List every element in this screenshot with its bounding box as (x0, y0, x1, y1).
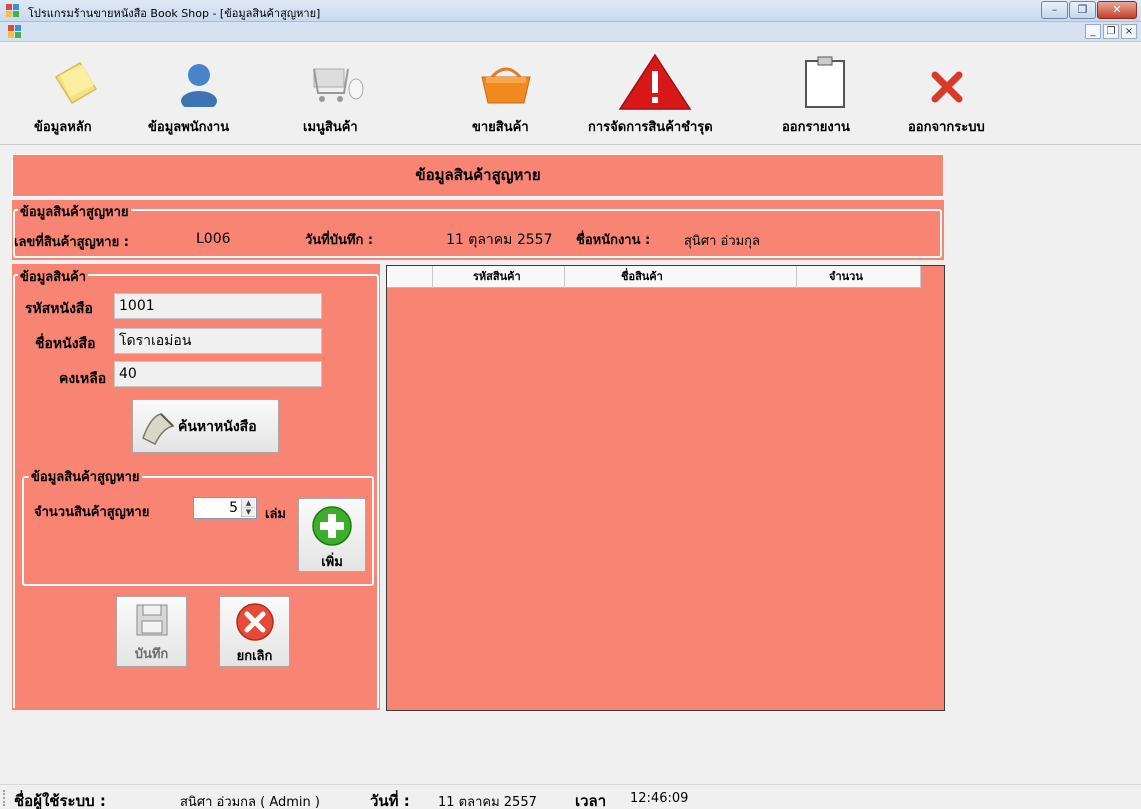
cart-icon (313, 68, 364, 102)
spin-down-icon[interactable]: ▼ (242, 508, 255, 517)
record-date-label: วันที่บันทึก : (305, 233, 374, 248)
book-name-field[interactable]: โดราเอม่อน (114, 328, 322, 354)
cancel-icon (236, 603, 274, 641)
status-time-value: 12:46:09 (630, 791, 689, 806)
maximize-button[interactable]: ❐ (1069, 1, 1096, 19)
lost-qty-legend: ข้อมูลสินค้าสูญหาย (29, 466, 142, 487)
lost-no-label: เลขที่สินค้าสูญหาย : (14, 235, 129, 250)
add-label: เพิ่ม (321, 555, 343, 570)
book-code-label: รหัสหนังสือ (25, 301, 93, 317)
warning-icon (618, 53, 692, 110)
close-button[interactable]: ✕ (1097, 1, 1137, 19)
toolbar-label-report: ออกรายงาน (782, 120, 850, 135)
mdi-close-button[interactable]: × (1121, 24, 1137, 39)
record-date-value: 11 ตุลาคม 2557 (446, 232, 553, 248)
mdi-minimize-button[interactable]: _ (1085, 24, 1101, 39)
grid-col-product-code[interactable]: รหัสสินค้า (433, 266, 565, 288)
toolbar-label-employee: ข้อมูลพนักงาน (148, 120, 230, 135)
form-header: ข้อมูลสินค้าสูญหาย (12, 154, 944, 197)
child-window-icon[interactable] (8, 25, 22, 38)
cancel-button[interactable]: ยกเลิก (219, 596, 290, 667)
add-icon (312, 506, 352, 546)
book-icon (142, 413, 175, 446)
product-panel: ข้อมูลสินค้า รหัสหนังสือ 1001 ชื่อหนังสื… (12, 264, 380, 710)
lost-qty-label: จำนวนสินค้าสูญหาย (34, 505, 150, 520)
toolbar-label-main-data: ข้อมูลหลัก (34, 120, 92, 135)
lost-qty-stepper[interactable]: 5 ▲ ▼ (193, 497, 257, 519)
lost-qty-value: 5 (229, 500, 238, 516)
toolbar-label-sell: ขายสินค้า (472, 120, 529, 135)
title-bar: โปรแกรมร้านขายหนังสือ Book Shop - [ข้อมู… (0, 0, 1141, 22)
grid-header-row: รหัสสินค้า ชื่อสินค้า จำนวน (387, 266, 921, 288)
basket-icon (481, 67, 531, 104)
spin-up-icon[interactable]: ▲ (242, 499, 255, 508)
mdi-menu-bar: _ ❐ × (0, 22, 1141, 42)
lost-qty-unit: เล่ม (265, 507, 286, 522)
lost-items-grid[interactable]: รหัสสินค้า ชื่อสินค้า จำนวน (386, 265, 945, 711)
main-toolbar: ข้อมูลหลัก ข้อมูลพนักงาน เมนูสินค้า ขายส… (0, 43, 1141, 145)
save-label: บันทึก (134, 647, 169, 662)
mdi-restore-button[interactable]: ❐ (1103, 24, 1119, 39)
exit-icon (931, 71, 963, 103)
grid-col-quantity[interactable]: จำนวน (797, 266, 921, 288)
toolbar-label-damaged: การจัดการสินค้าชำรุด (588, 120, 713, 135)
search-book-label: ค้นหาหนังสือ (178, 419, 257, 435)
employee-name-value: สุนิศา อ่วมกุล (684, 234, 761, 249)
status-grip (3, 790, 6, 806)
minimize-button[interactable]: – (1041, 1, 1068, 19)
grid-col-product-name[interactable]: ชื่อสินค้า (565, 266, 797, 288)
note-icon (54, 61, 98, 105)
status-user-value: สนิศา อ่วมกล ( Admin ) (180, 795, 320, 809)
status-time-label: เวลา (575, 792, 607, 809)
lost-info-legend: ข้อมูลสินค้าสูญหาย (18, 201, 131, 222)
add-button[interactable]: เพิ่ม (298, 498, 366, 572)
employee-name-label: ชื่อหนักงาน : (576, 233, 651, 248)
window-title: โปรแกรมร้านขายหนังสือ Book Shop - [ข้อมู… (28, 7, 321, 20)
grid-row-header-corner (387, 266, 433, 288)
lost-no-value: L006 (196, 231, 231, 247)
remaining-label: คงเหลือ (59, 371, 107, 387)
book-code-field[interactable]: 1001 (114, 293, 322, 319)
lost-info-panel: ข้อมูลสินค้าสูญหาย เลขที่สินค้าสูญหาย : … (12, 200, 944, 260)
cancel-label: ยกเลิก (236, 649, 273, 664)
user-icon (181, 64, 217, 107)
book-name-label: ชื่อหนังสือ (35, 336, 96, 352)
search-book-button[interactable]: ค้นหาหนังสือ (132, 399, 279, 453)
status-user-label: ชื่อผู้ใช้ระบบ : (14, 792, 106, 809)
save-icon (136, 604, 168, 636)
toolbar-label-logout: ออกจากระบบ (908, 120, 985, 135)
app-icon (6, 4, 19, 17)
toolbar-label-product-menu: เมนูสินค้า (303, 120, 358, 135)
clipboard-icon (805, 56, 845, 108)
status-date-value: 11 ตลาคม 2557 (438, 795, 537, 809)
save-button[interactable]: บันทึก (116, 596, 187, 667)
product-legend: ข้อมูลสินค้า (18, 266, 89, 287)
remaining-field[interactable]: 40 (114, 361, 322, 387)
status-date-label: วันที่ : (370, 792, 410, 809)
status-bar: ชื่อผู้ใช้ระบบ : สนิศา อ่วมกล ( Admin ) … (0, 784, 1141, 809)
